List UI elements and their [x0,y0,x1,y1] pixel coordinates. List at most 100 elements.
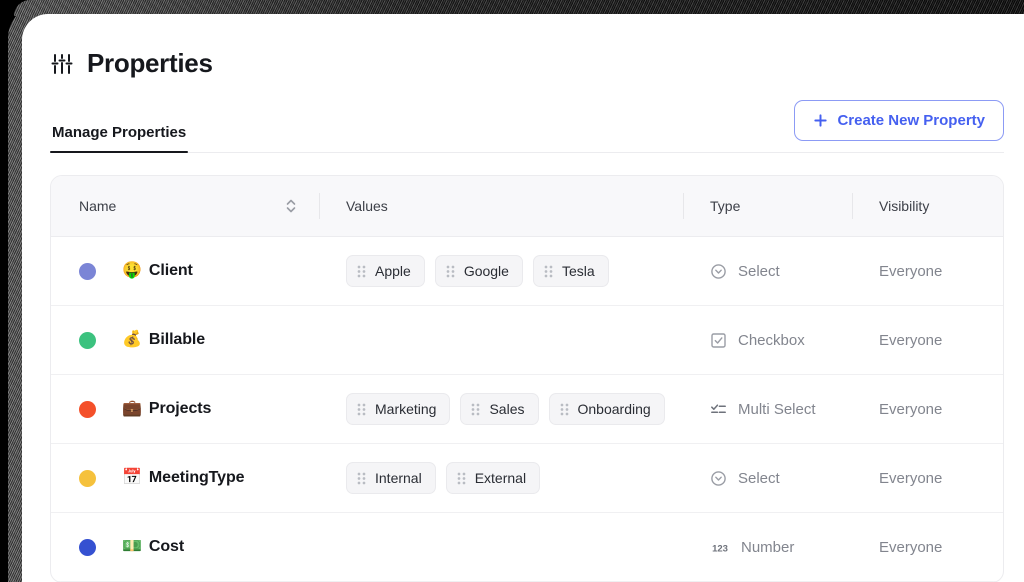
drag-handle-icon[interactable] [446,265,455,278]
table-row[interactable]: 📅 MeetingType Internal External Select Everyo… [51,444,1003,513]
drag-handle-icon[interactable] [357,265,366,278]
property-type-label: Select [738,470,780,487]
value-chip[interactable]: Tesla [533,255,609,287]
value-chip-label: Google [464,263,509,279]
circle-chevron-down-icon [710,263,727,280]
property-name-cell: 💼 Projects [51,400,319,418]
color-dot [79,539,96,556]
property-emoji-icon: 💰 [122,332,142,348]
color-dot [79,263,96,280]
property-name-label: Cost [149,538,184,556]
table-body: 🤑Client Apple Google Tesla Select Everyone 💰 Bi… [51,237,1003,582]
column-header-visibility: Visibility [853,198,1003,214]
circle-chevron-down-icon [710,470,727,487]
chevron-up-down-icon[interactable] [285,197,297,215]
create-new-property-button[interactable]: Create New Property [794,100,1004,141]
svg-text:123: 123 [712,544,728,554]
properties-table: Name Values Type [50,175,1004,582]
tab-label: Manage Properties [52,124,186,141]
column-header-visibility-label: Visibility [879,198,929,214]
property-visibility-label: Everyone [879,263,942,280]
property-type-cell: Checkbox [684,332,852,349]
page-title: Properties [87,48,213,79]
column-header-type: Type [684,198,852,214]
property-name-label: Projects [149,400,211,418]
property-name-label: MeetingType [149,469,245,487]
property-type-label: Number [741,539,794,556]
property-visibility-cell: Everyone [853,539,1003,556]
page-header: Properties [50,38,1004,79]
property-type-cell: 123 Number [684,539,852,556]
value-chip[interactable]: Sales [460,393,538,425]
drag-handle-icon[interactable] [457,472,466,485]
property-visibility-cell: Everyone [853,401,1003,418]
property-visibility-label: Everyone [879,401,942,418]
tabs-row: Manage Properties Create New Property [50,105,1004,153]
column-header-values-label: Values [346,198,388,214]
property-emoji-icon: 💵 [122,539,142,555]
value-chip[interactable]: Internal [346,462,436,494]
value-chip[interactable]: Google [435,255,523,287]
property-visibility-cell: Everyone [853,332,1003,349]
table-row[interactable]: 💼 Projects Marketing Sales Onboarding Multi S… [51,375,1003,444]
table-row[interactable]: 💰 Billable Checkbox Everyone [51,306,1003,375]
property-visibility-cell: Everyone [853,470,1003,487]
value-chip-label: External [475,470,526,486]
drag-handle-icon[interactable] [544,265,553,278]
column-header-name[interactable]: Name [51,197,319,215]
value-chip-label: Apple [375,263,411,279]
column-header-values: Values [320,198,683,214]
app-window: Properties Manage Properties Create New … [22,14,1024,582]
table-header-row: Name Values Type [51,176,1003,237]
value-chip[interactable]: External [446,462,540,494]
value-chip-label: Onboarding [578,401,651,417]
property-emoji-icon: 📅 [122,470,142,486]
property-visibility-cell: Everyone [853,263,1003,280]
property-name-cell: 🤑Client [51,262,319,280]
tab-list: Manage Properties [50,105,188,152]
color-dot [79,332,96,349]
drag-handle-icon[interactable] [357,403,366,416]
color-dot [79,401,96,418]
property-emoji-icon: 🤑 [122,263,142,279]
property-emoji-icon: 💼 [122,401,142,417]
property-visibility-label: Everyone [879,332,942,349]
property-values-cell: Internal External [320,462,683,494]
color-dot [79,470,96,487]
column-header-name-label: Name [79,198,116,214]
tab-manage-properties[interactable]: Manage Properties [50,124,188,152]
value-chip[interactable]: Marketing [346,393,450,425]
drag-handle-icon[interactable] [560,403,569,416]
drag-handle-icon[interactable] [357,472,366,485]
property-type-label: Checkbox [738,332,805,349]
create-new-property-label: Create New Property [837,112,985,129]
table-row[interactable]: 🤑Client Apple Google Tesla Select Everyone [51,237,1003,306]
property-values-cell: Apple Google Tesla [320,255,683,287]
plus-icon [813,113,828,128]
checklist-icon [710,401,727,418]
property-type-cell: Select [684,470,852,487]
row-divider-1 [319,323,320,357]
drag-handle-icon[interactable] [471,403,480,416]
property-type-cell: Multi Select [684,401,852,418]
property-values-cell: Marketing Sales Onboarding [320,393,683,425]
value-chip-label: Internal [375,470,422,486]
table-row[interactable]: 💵 Cost 123 Number Everyone [51,513,1003,582]
property-name-cell: 💰 Billable [51,331,319,349]
value-chip-label: Marketing [375,401,436,417]
property-name-cell: 📅 MeetingType [51,469,319,487]
property-name-label: Billable [149,331,205,349]
screen: Properties Manage Properties Create New … [0,0,1024,582]
property-visibility-label: Everyone [879,539,942,556]
row-divider-1 [319,530,320,564]
property-type-cell: Select [684,263,852,280]
property-type-label: Select [738,263,780,280]
value-chip[interactable]: Onboarding [549,393,665,425]
value-chip-label: Sales [489,401,524,417]
property-type-label: Multi Select [738,401,816,418]
value-chip-label: Tesla [562,263,595,279]
sliders-icon [50,52,74,76]
value-chip[interactable]: Apple [346,255,425,287]
checkbox-checked-icon [710,332,727,349]
property-visibility-label: Everyone [879,470,942,487]
